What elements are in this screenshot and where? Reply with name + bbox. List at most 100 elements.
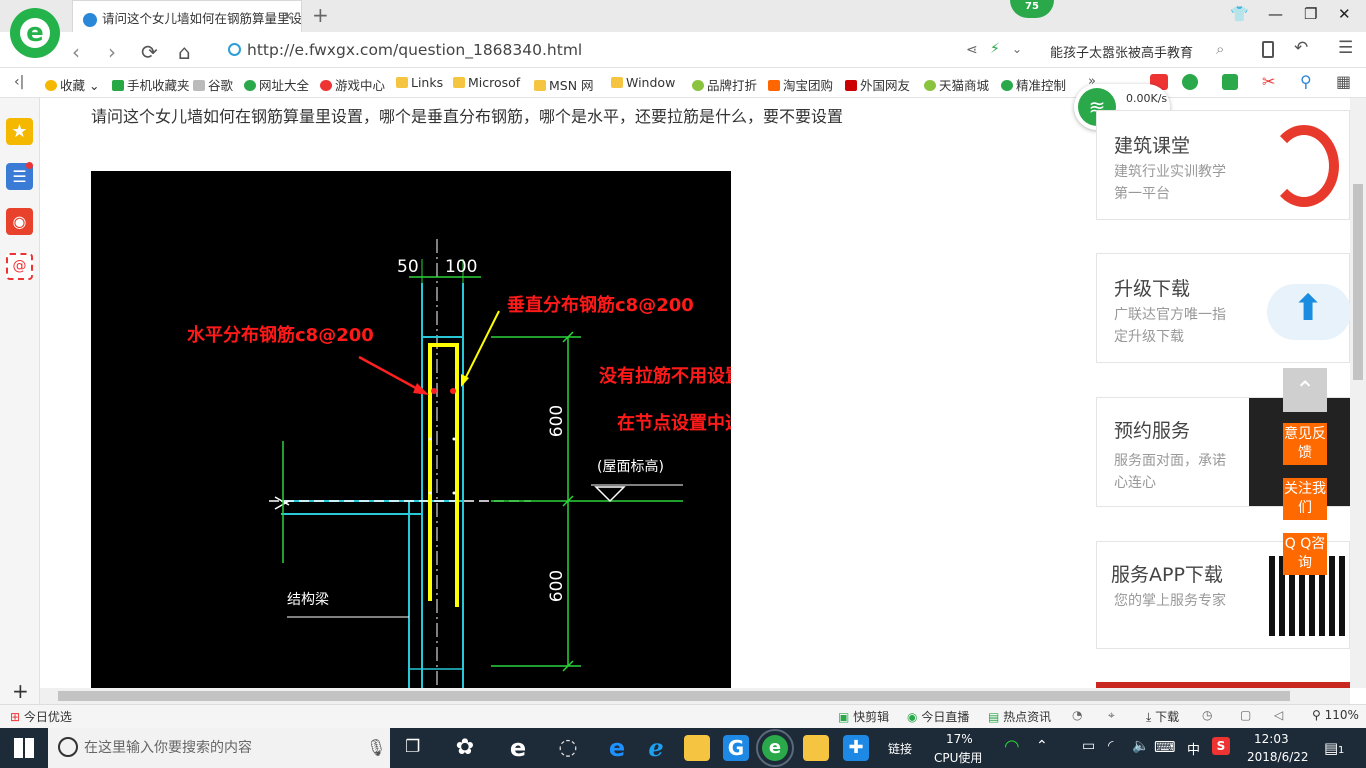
bookmark-item[interactable]: 游戏中心 [320,75,385,94]
forward-icon[interactable]: › [108,40,116,64]
tray-expand-icon[interactable]: ⌃ [1036,738,1048,754]
bookmark-item[interactable]: 收藏 ⌄ [45,75,99,94]
feedback-button[interactable]: 意见反馈 [1283,423,1327,465]
vertical-scroll-thumb[interactable] [1353,184,1363,380]
horizontal-scroll-thumb[interactable] [58,691,1290,701]
today-picks[interactable]: ⊞ 今日优选 [10,708,72,725]
clip-icon: ▣ [838,710,850,724]
status-item[interactable]: ▣ 快剪辑 [838,708,889,725]
bookmark-item[interactable]: 网址大全 [244,75,309,94]
bookmark-item[interactable]: 手机收藏夹 [112,75,190,94]
card-building-class[interactable]: 建筑课堂 建筑行业实训教学第一平台 [1096,110,1350,220]
wifi-tray-icon[interactable]: ◠ [1004,736,1020,757]
refresh-icon[interactable]: ⟳ [141,40,158,64]
network-tray-icon[interactable]: ◜ [1108,738,1113,754]
bookmark-item[interactable]: Links [396,75,443,90]
windows-start-icon[interactable] [14,738,34,758]
volume-icon[interactable]: 🔈 [1132,738,1149,754]
status-item[interactable]: ◉ 今日直播 [907,708,969,725]
bookmark-item[interactable]: MSN 网 [534,75,594,94]
bookmark-item[interactable]: 品牌打折 [692,75,757,94]
follow-button[interactable]: 关注我们 [1283,478,1327,520]
file-explorer-icon[interactable] [684,735,710,761]
translate-icon[interactable] [1222,74,1238,90]
g-app-icon[interactable]: G [723,735,749,761]
clock-time[interactable]: 12:03 [1254,732,1289,746]
search-input[interactable]: 能孩子太嚣张被高手教育 [1050,42,1193,61]
back-icon[interactable]: ‹ [72,40,80,64]
edge-legacy-icon[interactable]: e [505,735,531,761]
undo-icon[interactable]: ↶ [1294,38,1308,58]
task-view-icon[interactable]: ❐ [405,737,420,757]
new-tab-button[interactable]: + [312,3,329,27]
phone-icon[interactable] [1262,41,1274,58]
menu-icon[interactable]: ☰ [1338,38,1353,58]
bookmark-item[interactable]: 天猫商城 [924,75,989,94]
tab-active[interactable]: 请问这个女儿墙如何在钢筋算量里设 × [72,0,302,32]
taskbar-link[interactable]: 链接 [888,740,912,757]
search-icon[interactable]: ⌕ [1216,40,1224,58]
speed-icon[interactable]: ◔ [1072,708,1082,722]
plus-app-icon[interactable]: ✚ [843,735,869,761]
address-field[interactable]: http://e.fwxgx.com/question_1868340.html [228,41,582,59]
ie-browser-icon[interactable]: ℯ [643,735,669,761]
window-icon[interactable]: ▢ [1240,708,1251,722]
notes-app-icon[interactable] [803,735,829,761]
taskbar-search-input[interactable]: 在这里输入你要搜索的内容 [48,728,390,768]
microphone-icon[interactable]: 🎙 [366,738,386,757]
cut-icon[interactable]: ✂ [1262,72,1275,91]
back-to-top-button[interactable]: ⌃ [1283,368,1327,412]
news-icon: ▤ [988,710,1000,724]
battery-icon[interactable]: ▭ [1082,738,1095,754]
close-window-icon[interactable]: ✕ [1338,5,1351,23]
status-item[interactable]: ▤ 热点资讯 [988,708,1051,725]
zoom-control[interactable]: ⚲ 110% [1312,708,1359,722]
cad-drawing-image: 50 100 600 600 (屋面标高) 结构梁 水平分布钢筋c8@200 垂… [91,171,731,688]
edge-icon[interactable]: e [604,735,630,761]
tab-close-icon[interactable]: × [283,8,293,23]
clock-date[interactable]: 2018/6/22 [1247,750,1309,764]
shield-icon[interactable] [1182,74,1198,90]
bookmark-item[interactable]: 谷歌 [193,75,233,94]
360-browser-icon[interactable]: e [756,729,794,767]
notification-center-icon[interactable]: ▤ [1324,739,1338,757]
horizontal-scrollbar[interactable] [40,688,1350,704]
bookmark-item[interactable]: 精准控制 [1001,75,1066,94]
mute-icon[interactable]: ◁ [1274,708,1283,722]
share-icon[interactable]: ⋖ [966,42,978,58]
vertical-scrollbar[interactable] [1350,98,1366,688]
grid-icon[interactable]: ▦ [1336,72,1351,91]
status-item-label: 快剪辑 [853,710,890,724]
cortana-icon[interactable] [58,737,78,757]
restore-icon[interactable]: ❐ [1304,5,1317,23]
bookmark-item[interactable]: 外国网友 [845,75,910,94]
shirt-icon[interactable]: 👕 [1230,5,1249,23]
collapse-sidebar-icon[interactable]: ‹| [14,74,24,90]
bookmark-item[interactable]: Window [611,75,675,90]
bookmark-item[interactable]: 淘宝团购 [768,75,833,94]
card-title: 预约服务 [1114,420,1191,442]
browser-logo-icon[interactable]: e [10,8,60,58]
history-icon[interactable]: ◷ [1202,708,1212,722]
bookmark-item[interactable]: Microsof [453,75,520,90]
favorites-star-icon[interactable]: ★ [6,118,33,145]
chevron-down-icon[interactable]: ⌄ [1012,42,1022,56]
qq-consult-button[interactable]: Q Q咨询 [1283,533,1327,575]
home-icon[interactable]: ⌂ [178,40,191,64]
keyboard-icon[interactable]: ⌨ [1154,738,1176,756]
add-sidebar-icon[interactable]: + [12,679,29,703]
weibo-icon[interactable]: ◉ [6,208,33,235]
minimize-icon[interactable]: — [1268,5,1283,23]
zoom-search-icon[interactable]: ⚲ [1300,72,1312,91]
mail-icon[interactable]: @ [6,253,33,280]
pin-icon[interactable]: ⌖ [1108,708,1115,723]
card-upgrade-download[interactable]: 升级下载 广联达官方唯一指定升级下载 ⬆ [1096,253,1351,363]
ie-icon [83,12,97,27]
bolt-icon[interactable]: ⚡ [990,41,1000,57]
download-button[interactable]: ⤓ 下载 [1146,708,1179,725]
url-text[interactable]: http://e.fwxgx.com/question_1868340.html [247,41,582,59]
fan-app-icon[interactable]: ✿ [452,735,478,761]
sogou-icon[interactable]: S [1212,737,1230,755]
ime-indicator[interactable]: 中 [1187,739,1200,758]
swirl-app-icon[interactable]: ◌ [555,735,581,761]
